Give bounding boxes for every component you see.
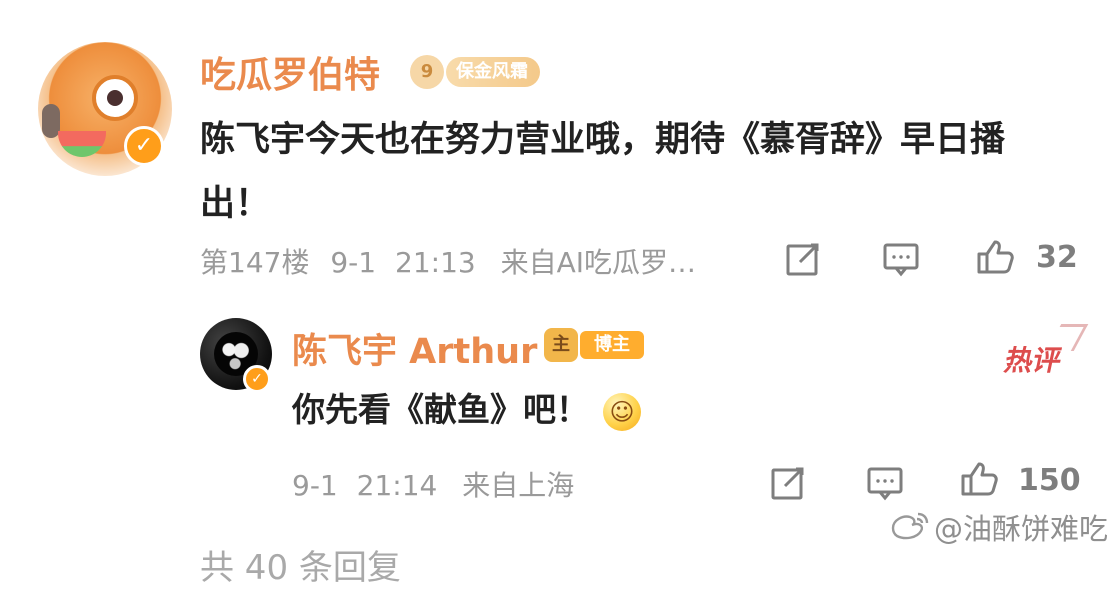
reply-meta: 9-1 21:14 来自上海 (292, 464, 574, 504)
edit-icon[interactable] (782, 238, 824, 280)
reply-source: 来自上海 (462, 469, 575, 502)
username[interactable]: 吃瓜罗伯特 (200, 46, 380, 98)
comment-meta: 第147楼 9-1 21:13 来自AI吃瓜罗… (200, 241, 696, 281)
hot-comment-badge: 热评 (1000, 336, 1081, 386)
crown-icon: 主 (544, 328, 578, 362)
watermark: @油酥饼难吃 (933, 512, 1108, 546)
watermelon-icon (58, 131, 106, 157)
reply-content: 你先看《献鱼》吧！ ☺ (292, 388, 641, 432)
floor-number: 第147楼 (200, 246, 310, 279)
fan-badge-label: 保金风霜 (446, 57, 540, 87)
smile-emoji-icon: ☺ (603, 392, 641, 431)
reply-date: 9-1 (292, 469, 338, 502)
username[interactable]: 陈飞宇 Arthur (292, 323, 537, 374)
verified-icon: ✓ (243, 365, 271, 393)
verified-icon: ✓ (124, 126, 164, 166)
reply-text: 你先看《献鱼》吧！ (292, 390, 589, 429)
level-badge-icon: 9 (410, 55, 444, 89)
more-replies-link[interactable]: 共 40 条回复 (200, 540, 401, 589)
comment-icon[interactable] (880, 238, 922, 280)
thumb-up-icon[interactable] (958, 458, 1000, 500)
cartoon-eye-icon (92, 75, 138, 121)
fan-badge: 9 保金风霜 (410, 55, 540, 89)
comment-icon[interactable] (864, 462, 906, 504)
comment-content: 陈飞宇今天也在努力营业哦，期待《慕胥辞》早日播出！ (200, 120, 1006, 224)
edit-icon[interactable] (767, 462, 809, 504)
pupil-icon (107, 90, 123, 106)
comment-source: 来自AI吃瓜罗… (500, 246, 697, 279)
host-badge-label: 博主 (580, 331, 644, 359)
host-badge: 主 博主 (544, 328, 644, 362)
comment-time: 21:13 (395, 246, 476, 279)
like-count: 32 (1036, 240, 1078, 275)
comment-date: 9-1 (330, 246, 377, 279)
weibo-logo-icon (887, 510, 931, 542)
like-count: 150 (1018, 463, 1081, 498)
reply-time: 21:14 (356, 469, 438, 502)
thumb-up-icon[interactable] (974, 236, 1016, 278)
